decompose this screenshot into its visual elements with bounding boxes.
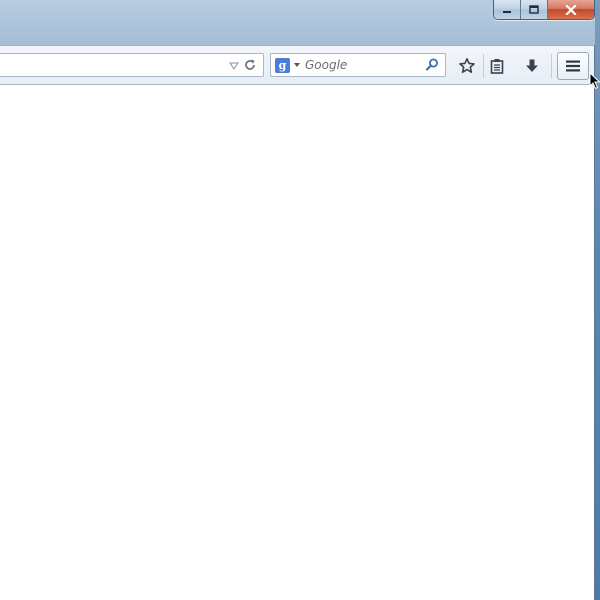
browser-window: g — [0, 0, 595, 600]
bookmarks-menu-button[interactable] — [483, 54, 511, 78]
google-logo-icon: g — [275, 57, 290, 73]
search-magnifier-icon[interactable] — [424, 57, 440, 73]
navigation-toolbar: g — [0, 45, 594, 85]
minimize-icon — [503, 10, 511, 13]
hamburger-menu-icon — [566, 60, 580, 72]
downloads-button[interactable] — [518, 54, 546, 78]
open-menu-button[interactable] — [557, 52, 589, 80]
bookmark-button[interactable] — [453, 54, 481, 78]
dropdown-triangle-icon[interactable] — [227, 59, 241, 73]
toolbar-separator — [551, 54, 552, 78]
reload-icon[interactable] — [243, 58, 257, 72]
caption-buttons — [493, 0, 595, 20]
search-bar[interactable]: g — [270, 53, 446, 77]
title-bar[interactable] — [0, 0, 595, 45]
search-engine-button[interactable]: g — [275, 57, 303, 73]
close-button[interactable] — [548, 0, 594, 19]
download-arrow-icon — [526, 59, 538, 72]
url-bar[interactable] — [0, 53, 264, 77]
mouse-cursor-icon — [589, 72, 600, 90]
page-content[interactable] — [0, 85, 594, 600]
minimize-button[interactable] — [494, 0, 521, 19]
search-input[interactable] — [305, 57, 423, 73]
maximize-button[interactable] — [521, 0, 548, 19]
star-icon — [459, 58, 475, 73]
clipboard-icon — [490, 59, 504, 74]
close-icon — [565, 4, 577, 15]
chevron-down-icon — [294, 63, 300, 67]
maximize-icon — [529, 5, 539, 14]
